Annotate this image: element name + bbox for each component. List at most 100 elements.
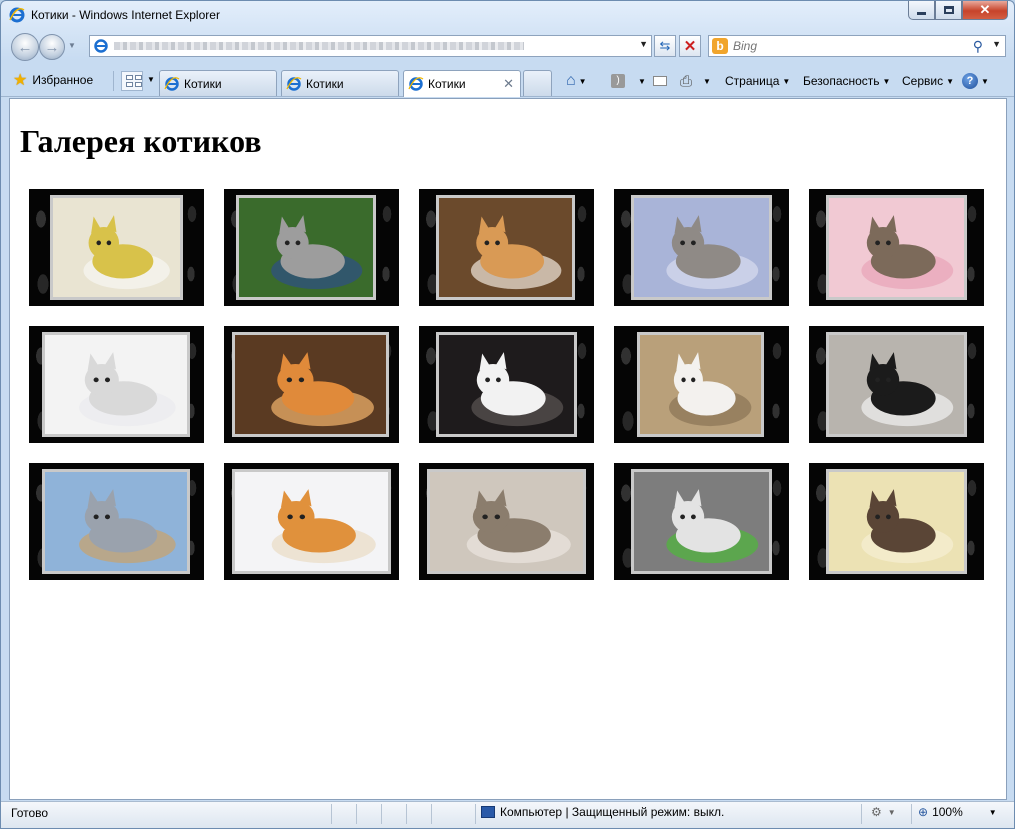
search-icon[interactable]: ⚲ [973,38,983,55]
gallery-thumbnail[interactable] [419,463,594,580]
gear-dropdown-icon: ▼ [887,807,896,817]
status-divider [331,804,332,824]
ie-window: Котики - Windows Internet Explorer ✕ ← →… [0,0,1015,829]
gallery-thumbnail[interactable] [614,189,789,306]
tools-menu-label: Сервис [902,74,944,88]
zoom-icon: ⊕ [918,805,929,819]
feeds-button[interactable]: ) ▼ [611,71,646,91]
tab-label: Котики [428,77,466,91]
status-divider [406,804,407,824]
favorites-star-icon: ★ [13,72,28,89]
home-dropdown-icon[interactable]: ▼ [579,77,587,86]
maximize-button[interactable] [935,1,962,20]
status-divider [861,804,862,824]
search-box: b ⚲ ▼ [708,35,1006,57]
search-input[interactable] [733,38,963,54]
gallery-thumbnail[interactable] [419,326,594,443]
mail-icon [653,76,667,86]
new-tab-button[interactable] [523,70,552,96]
bing-logo-icon: b [712,38,728,54]
refresh-button[interactable]: ⇆ [654,35,676,57]
recent-pages-dropdown-icon[interactable]: ▼ [68,41,76,50]
safety-menu-label: Безопасность [803,74,880,88]
status-divider [356,804,357,824]
white-cat-on-blanket-photo [637,332,764,437]
browser-tab[interactable]: Котики [159,70,277,96]
favorites-button[interactable]: ★ Избранное [9,69,97,91]
gallery-thumbnail[interactable] [809,463,984,580]
read-mail-button[interactable] [653,71,667,91]
caption-buttons: ✕ [908,1,1008,20]
navigation-bar: ← → ▼ ▼ ⇆ ✕ b ⚲ ▼ [1,29,1014,65]
browser-tab-active[interactable]: Котики ✕ [403,70,521,97]
page-heading: Галерея котиков [20,123,262,159]
help-button[interactable]: ? ▼ [962,71,989,91]
print-dropdown-icon[interactable]: ▼ [703,77,711,86]
status-bar: Готово Компьютер | Защищенный режим: вык… [1,801,1014,828]
help-icon: ? [962,73,978,89]
close-tab-icon[interactable]: ✕ [503,76,514,92]
tab-label: Котики [184,76,222,91]
status-divider [911,804,912,824]
grey-kitten-swing-photo [42,469,190,574]
tools-menu[interactable]: Сервис ▼ [902,71,954,91]
stop-icon: ✕ [683,38,697,55]
print-button[interactable]: ⎙ ▼ [680,71,711,91]
help-dropdown-icon[interactable]: ▼ [981,77,989,86]
tab-ie-icon [286,76,302,91]
gallery-thumbnail[interactable] [419,189,594,306]
feeds-dropdown-icon[interactable]: ▼ [638,77,646,86]
printer-icon: ⎙ [680,72,693,90]
gallery-thumbnail[interactable] [224,326,399,443]
gallery-thumbnail[interactable] [29,326,204,443]
tab-ie-icon [408,77,424,91]
security-zone[interactable]: Компьютер | Защищенный режим: выкл. [481,805,724,819]
address-bar[interactable]: ▼ [89,35,652,57]
back-button[interactable]: ← [11,33,39,61]
close-icon: ✕ [979,2,991,17]
gallery-thumbnail[interactable] [614,326,789,443]
gear-icon: ⚙ [871,805,882,819]
minimize-button[interactable] [908,1,935,20]
gallery-thumbnail[interactable] [809,189,984,306]
minimize-icon [917,11,926,15]
safety-menu-dropdown-icon: ▼ [882,76,891,86]
blue-eyed-kitten-photo [631,469,772,574]
gallery-thumbnail[interactable] [224,189,399,306]
window-title: Котики - Windows Internet Explorer [31,8,220,22]
internet-explorer-icon [9,7,25,23]
gallery-thumbnail[interactable] [224,463,399,580]
status-divider [475,804,476,824]
siamese-kitten-sleeping-photo [826,469,967,574]
refresh-icon: ⇆ [659,38,671,53]
stop-button[interactable]: ✕ [679,35,701,57]
tools-menu-dropdown-icon: ▼ [946,76,955,86]
black-white-cat-photo [826,332,967,437]
kitten-with-yarn-photo [232,469,391,574]
tab-list-dropdown-icon[interactable]: ▼ [147,75,155,84]
forward-button[interactable]: → [39,34,65,60]
safety-menu[interactable]: Безопасность ▼ [803,71,890,91]
status-divider [381,804,382,824]
toolbar-separator [113,71,114,91]
blurred-url [114,42,524,50]
zoom-control[interactable]: ⊕ 100% ▼ [918,805,997,819]
status-divider [431,804,432,824]
address-dropdown-icon[interactable]: ▼ [639,39,648,49]
gallery-thumbnail[interactable] [809,326,984,443]
gallery-thumbnail[interactable] [614,463,789,580]
home-button[interactable]: ⌂ ▼ [566,71,587,91]
page-menu-dropdown-icon: ▼ [782,76,791,86]
close-button[interactable]: ✕ [962,1,1008,20]
search-options-dropdown-icon[interactable]: ▼ [992,39,1001,49]
browser-tab[interactable]: Котики [281,70,399,96]
gallery-thumbnail[interactable] [29,463,204,580]
quick-tabs-button[interactable] [121,71,143,91]
page-menu[interactable]: Страница ▼ [725,71,790,91]
forward-arrow-icon: → [44,38,60,56]
protected-mode-button[interactable]: ⚙ ▼ [871,805,896,819]
zoom-level: 100% [932,805,963,819]
gallery-thumbnail[interactable] [29,189,204,306]
tab-label: Котики [306,76,344,91]
white-kitten-dark-bg-photo [436,332,577,437]
